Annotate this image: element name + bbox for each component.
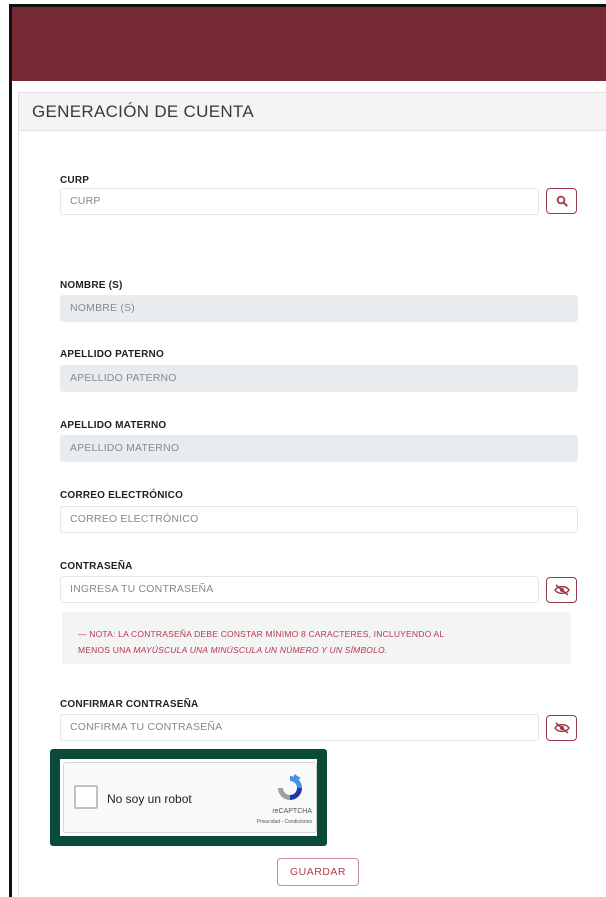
nombre-input[interactable]: NOMBRE (S) <box>60 295 578 322</box>
card-title: GENERACIÓN DE CUENTA <box>19 93 606 131</box>
apellido-materno-input[interactable]: APELLIDO MATERNO <box>60 435 578 462</box>
curp-label: CURP <box>60 175 90 186</box>
recaptcha-label: No soy un robot <box>107 792 192 806</box>
recaptcha-links[interactable]: Privacidad - Condiciones <box>257 819 312 825</box>
password-note-line2: MENOS UNA MAYÚSCULA UNA MINÚSCULA UN NÚM… <box>78 642 555 658</box>
search-icon <box>556 195 568 207</box>
password-note-line1: — NOTA: LA CONTRASEÑA DEBE CONSTAR MÍNIM… <box>78 629 445 639</box>
recaptcha-checkbox[interactable] <box>74 785 98 809</box>
correo-input[interactable]: CORREO ELECTRÓNICO <box>60 506 578 533</box>
password-note-start: MENOS UNA <box>78 645 134 655</box>
recaptcha-widget: No soy un robot reCAPTCHA Privacidad - C… <box>63 762 317 833</box>
curp-input[interactable]: CURP <box>60 188 539 215</box>
recaptcha-brand: reCAPTCHA <box>272 808 312 815</box>
recaptcha-logo-icon <box>278 774 302 800</box>
confirmar-label: CONFIRMAR CONTRASEÑA <box>60 699 199 710</box>
save-button[interactable]: GUARDAR <box>277 858 359 886</box>
apellido-paterno-label: APELLIDO PATERNO <box>60 349 164 360</box>
password-note: — NOTA: LA CONTRASEÑA DEBE CONSTAR MÍNIM… <box>62 612 571 664</box>
apellido-paterno-input[interactable]: APELLIDO PATERNO <box>60 365 578 392</box>
toggle-password-visibility-button[interactable] <box>546 577 577 603</box>
toggle-confirm-visibility-button[interactable] <box>546 715 577 741</box>
correo-label: CORREO ELECTRÓNICO <box>60 490 184 501</box>
password-note-requirements: MAYÚSCULA UNA MINÚSCULA UN NÚMERO Y UN S… <box>133 645 388 655</box>
window-frame-left <box>9 4 12 897</box>
curp-search-button[interactable] <box>546 188 577 214</box>
contrasena-input[interactable]: INGRESA TU CONTRASEÑA <box>60 576 539 603</box>
nombre-label: NOMBRE (S) <box>60 280 123 291</box>
confirmar-input[interactable]: CONFIRMA TU CONTRASEÑA <box>60 714 539 741</box>
header-bar <box>12 7 606 81</box>
contrasena-label: CONTRASEÑA <box>60 561 133 572</box>
eye-slash-icon <box>553 584 570 596</box>
apellido-materno-label: APELLIDO MATERNO <box>60 420 167 431</box>
eye-slash-icon <box>553 722 570 734</box>
